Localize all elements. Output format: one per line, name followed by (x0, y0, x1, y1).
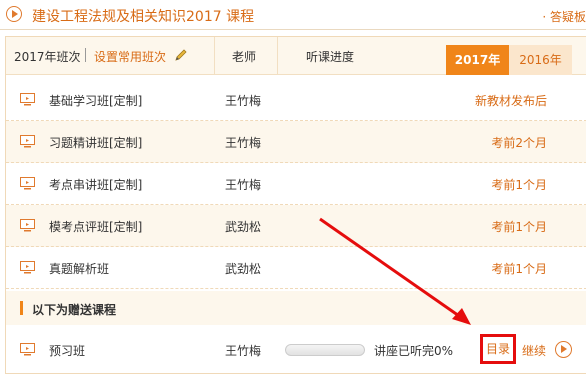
course-row[interactable]: 模考点评班[定制] 武劲松 考前1个月 (6, 205, 586, 247)
column-divider (277, 37, 278, 75)
course-name[interactable]: 考点串讲班[定制] (49, 176, 142, 193)
section-marker (20, 301, 23, 315)
teacher-name: 王竹梅 (225, 344, 262, 358)
play-circle-icon[interactable] (555, 341, 572, 358)
tab-2016[interactable]: 2016年 (509, 45, 572, 75)
gift-section-header: 以下为赠送课程 (6, 291, 586, 325)
course-name[interactable]: 预习班 (49, 342, 85, 359)
course-panel: 2017年班次 设置常用班次 老师 听课进度 2017年 2016年 基础学习班… (5, 36, 586, 374)
monitor-icon (20, 177, 35, 190)
course-availability: 考前1个月 (491, 178, 547, 192)
monitor-icon (20, 135, 35, 148)
course-row[interactable]: 习题精讲班[定制] 王竹梅 考前2个月 (6, 121, 586, 163)
course-name[interactable]: 模考点评班[定制] (49, 218, 142, 235)
monitor-icon (20, 343, 35, 356)
monitor-icon (20, 93, 35, 106)
monitor-icon (20, 261, 35, 274)
qa-board-link[interactable]: · 答疑板 (542, 8, 586, 25)
play-circle-icon (6, 6, 22, 22)
class-year-label: 2017年班次 (14, 50, 81, 64)
course-availability: 考前1个月 (491, 220, 547, 234)
continue-button[interactable]: 继续 (522, 342, 546, 359)
pencil-icon[interactable] (174, 48, 188, 62)
course-row[interactable]: 考点串讲班[定制] 王竹梅 考前1个月 (6, 163, 586, 205)
teacher-column-header: 老师 (232, 50, 257, 64)
course-name[interactable]: 真题解析班 (49, 260, 109, 277)
catalog-button[interactable]: 目录 (480, 334, 516, 364)
set-common-class-link[interactable]: 设置常用班次 (94, 48, 166, 65)
divider (85, 48, 86, 62)
course-availability: 考前2个月 (491, 136, 547, 150)
table-header: 2017年班次 设置常用班次 老师 听课进度 2017年 2016年 (6, 37, 586, 75)
course-row[interactable]: 真题解析班 武劲松 考前1个月 (6, 247, 586, 289)
teacher-name: 武劲松 (225, 220, 262, 234)
gift-section-label: 以下为赠送课程 (32, 303, 117, 317)
teacher-name: 王竹梅 (225, 94, 262, 108)
progress-column-header: 听课进度 (306, 50, 355, 64)
tab-2017[interactable]: 2017年 (446, 45, 509, 75)
column-divider (214, 37, 215, 75)
monitor-icon (20, 219, 35, 232)
progress-bar (285, 344, 365, 356)
teacher-name: 武劲松 (225, 262, 262, 276)
course-availability: 考前1个月 (491, 262, 547, 276)
gift-course-row[interactable]: 预习班 王竹梅 讲座已听完0% 目录 继续 (6, 329, 586, 371)
page-title: 建设工程法规及相关知识2017 课程 (32, 9, 255, 25)
teacher-name: 王竹梅 (225, 136, 262, 150)
course-availability: 新教材发布后 (474, 94, 547, 108)
qa-board-label: 答疑板 (549, 10, 586, 24)
course-name[interactable]: 习题精讲班[定制] (49, 134, 142, 151)
course-name[interactable]: 基础学习班[定制] (49, 92, 142, 109)
teacher-name: 王竹梅 (225, 178, 262, 192)
progress-text: 讲座已听完0% (374, 344, 454, 358)
course-title-bar: 建设工程法规及相关知识2017 课程 · 答疑板 (0, 0, 586, 30)
course-row[interactable]: 基础学习班[定制] 王竹梅 新教材发布后 (6, 79, 586, 121)
